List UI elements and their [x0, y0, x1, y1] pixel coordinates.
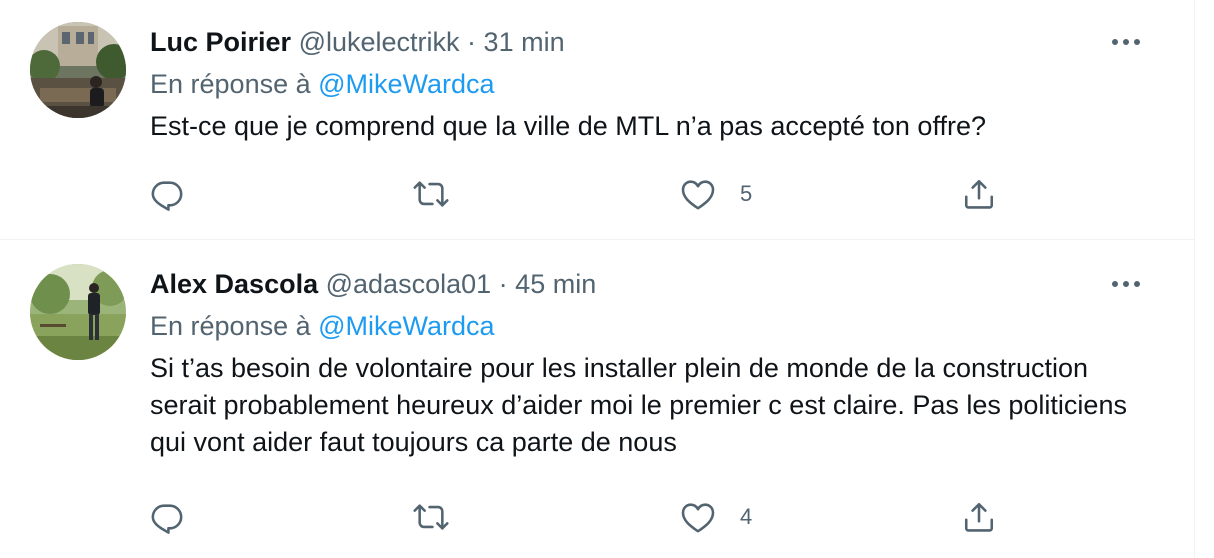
like-button[interactable]: 4 [680, 497, 752, 537]
more-options-button[interactable] [1108, 24, 1144, 60]
separator: · [498, 269, 508, 299]
tweet-text: Si t’as besoin de volontaire pour les in… [150, 353, 1127, 457]
author-name[interactable]: Alex Dascola [150, 269, 318, 299]
like-count: 4 [740, 504, 753, 529]
reply-button[interactable] [150, 497, 184, 537]
reply-mention-link[interactable]: @MikeWardca [318, 311, 494, 341]
share-icon [964, 179, 994, 209]
timeline: Luc Poirier @lukelectrikk · 31 min En ré… [0, 0, 1195, 558]
retweet-button[interactable] [412, 497, 450, 537]
retweet-button[interactable] [412, 174, 450, 214]
avatar-photo [30, 264, 126, 360]
avatar-photo [30, 22, 126, 118]
reply-mention-link[interactable]: @MikeWardca [318, 69, 494, 99]
author-name[interactable]: Luc Poirier [150, 27, 291, 57]
reply-icon [151, 504, 183, 534]
tweet[interactable]: Luc Poirier @lukelectrikk · 31 min En ré… [0, 0, 1194, 240]
tweet-actions: 4 [150, 497, 1010, 537]
tweet-actions: 5 [150, 174, 1010, 214]
more-icon [1112, 281, 1140, 287]
avatar[interactable] [30, 264, 126, 360]
tweet-text: Est-ce que je comprend que la ville de M… [150, 111, 986, 141]
reply-context: En réponse à @MikeWardca [150, 304, 1154, 348]
like-button[interactable]: 5 [680, 174, 752, 214]
tweet-content: Luc Poirier @lukelectrikk · 31 min En ré… [150, 22, 1154, 145]
tweet-header: Luc Poirier @lukelectrikk · 31 min [150, 22, 1154, 62]
reply-button[interactable] [150, 174, 184, 214]
reply-prefix: En réponse à [150, 69, 311, 99]
tweet-content: Alex Dascola @adascola01 · 45 min En rép… [150, 264, 1154, 461]
like-count: 5 [740, 181, 753, 206]
author-handle[interactable]: @lukelectrikk [299, 27, 460, 57]
avatar[interactable] [30, 22, 126, 118]
separator: · [467, 27, 477, 57]
timestamp[interactable]: 45 min [515, 269, 596, 299]
share-icon [964, 502, 994, 532]
heart-icon [681, 180, 715, 210]
share-button[interactable] [962, 174, 996, 214]
reply-prefix: En réponse à [150, 311, 311, 341]
author-handle[interactable]: @adascola01 [326, 269, 492, 299]
retweet-icon [413, 504, 449, 530]
heart-icon [681, 503, 715, 533]
tweet[interactable]: Alex Dascola @adascola01 · 45 min En rép… [0, 241, 1194, 558]
timestamp[interactable]: 31 min [484, 27, 565, 57]
reply-context: En réponse à @MikeWardca [150, 62, 1154, 106]
share-button[interactable] [962, 497, 996, 537]
retweet-icon [413, 181, 449, 207]
more-icon [1112, 39, 1140, 45]
reply-icon [151, 181, 183, 211]
more-options-button[interactable] [1108, 266, 1144, 302]
tweet-header: Alex Dascola @adascola01 · 45 min [150, 264, 1154, 304]
